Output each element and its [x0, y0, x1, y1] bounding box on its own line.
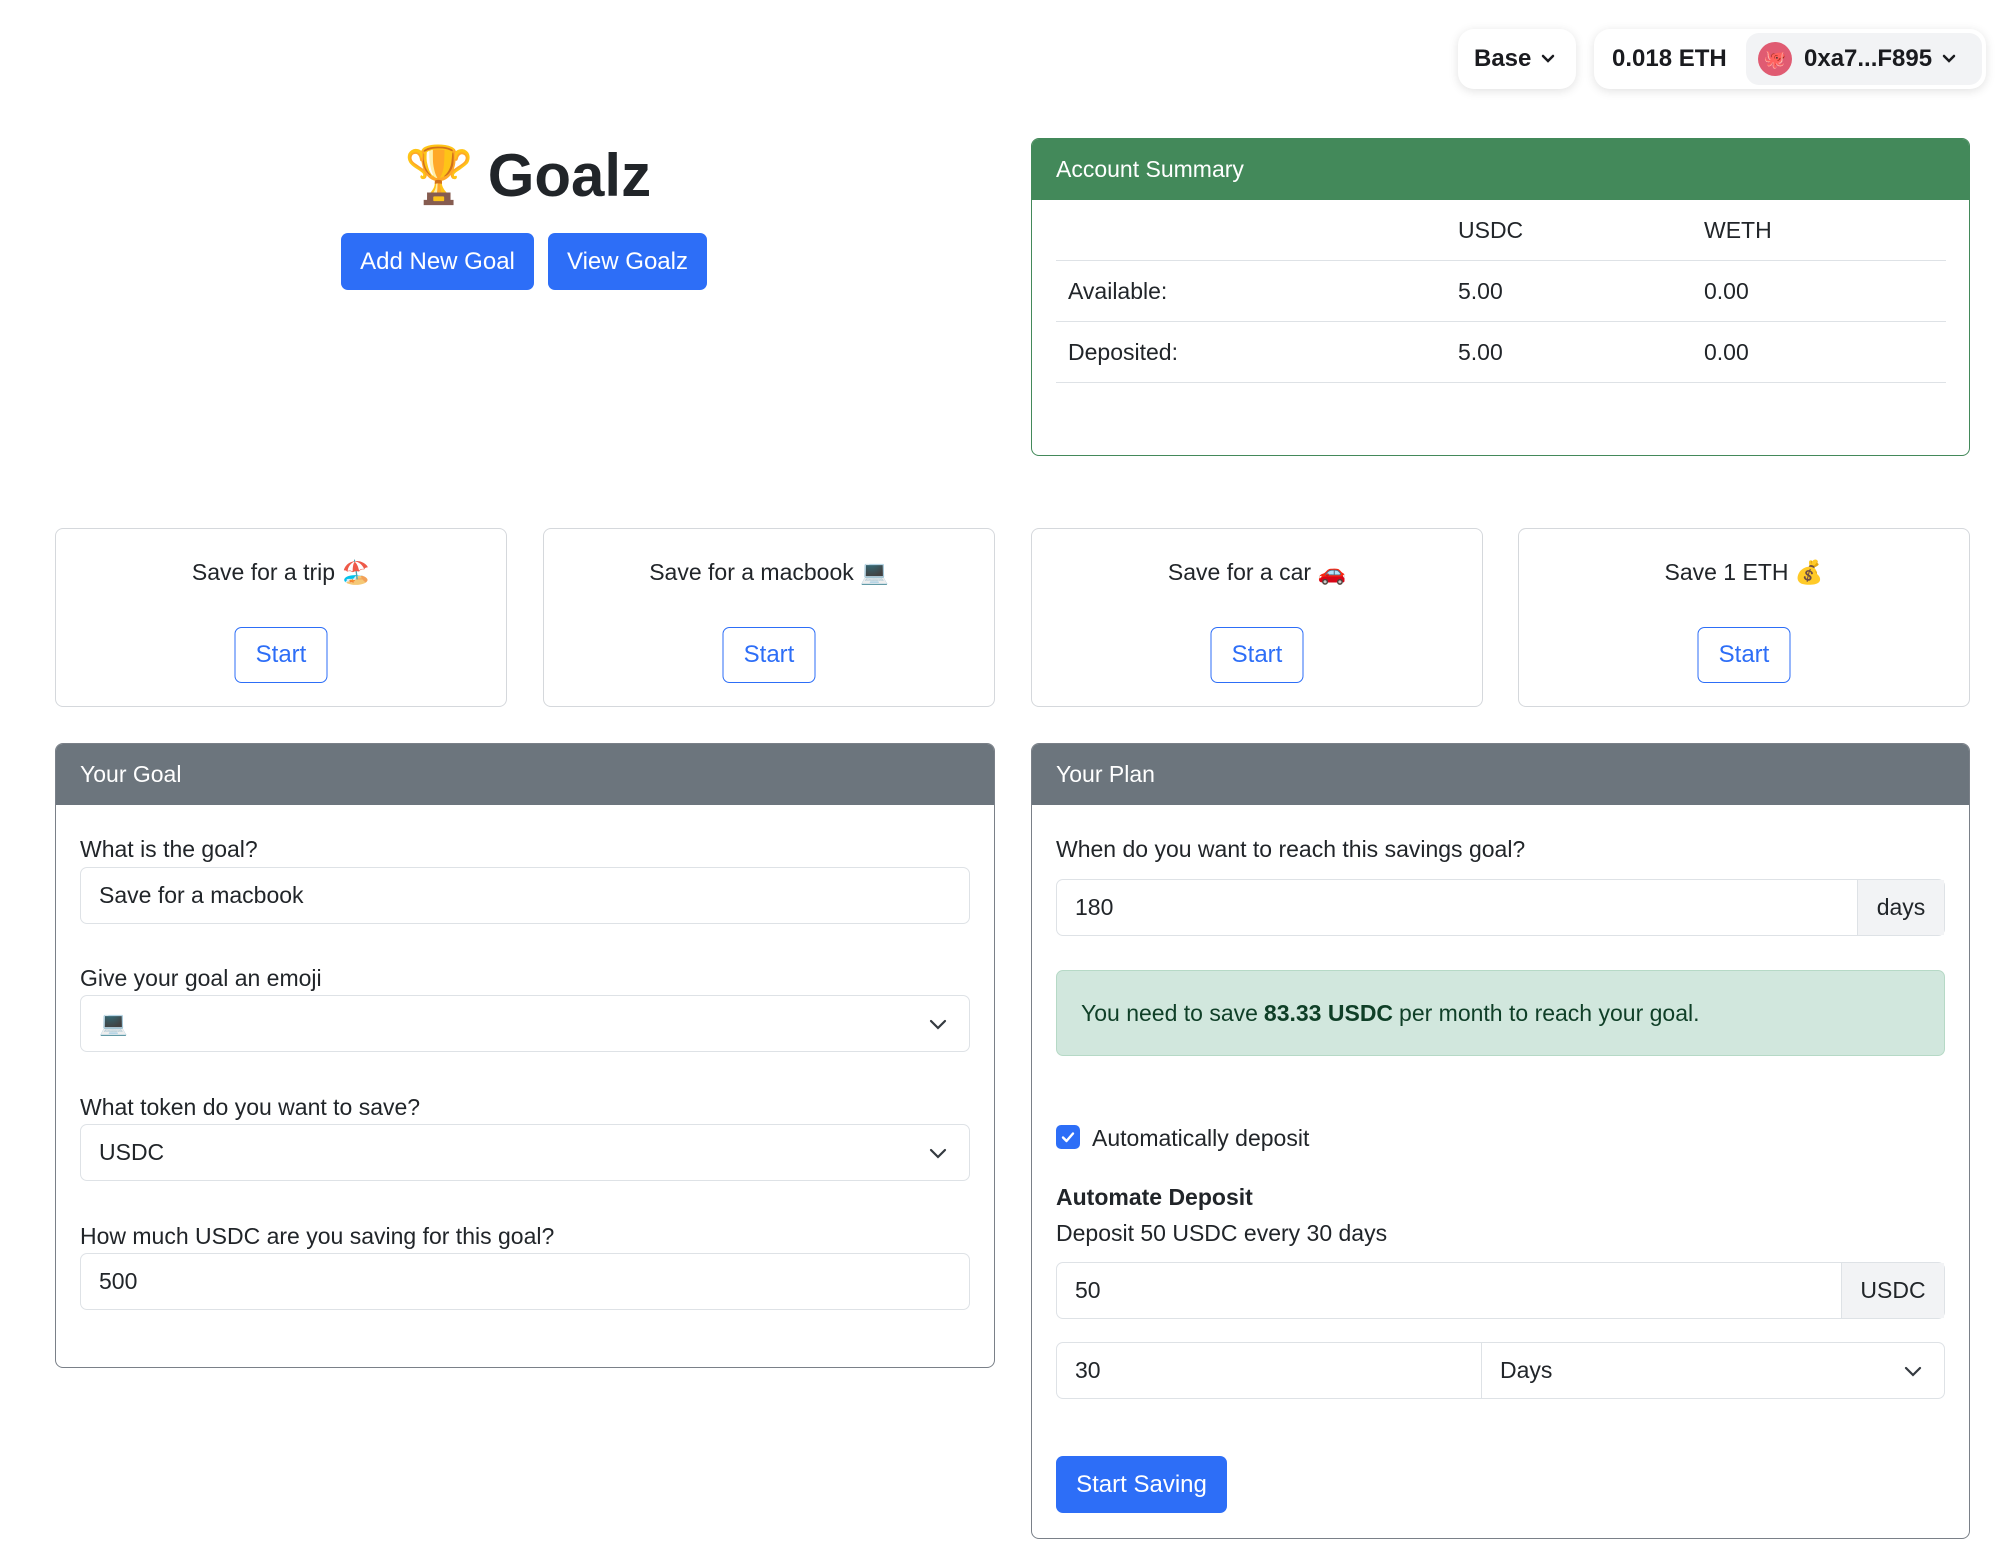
wallet-balance: 0.018 ETH [1612, 45, 1727, 72]
alert-prefix: You need to save [1081, 999, 1258, 1026]
avatar: 🐙 [1758, 42, 1792, 76]
automate-deposit-title: Automate Deposit [1056, 1184, 1253, 1210]
trophy-icon: 🏆 [404, 143, 474, 206]
deposit-amount-group[interactable]: 50 USDC [1056, 1262, 1945, 1319]
days-addon: days [1857, 880, 1944, 935]
chevron-down-icon [1904, 1365, 1922, 1377]
table-header-row: USDC WETH [1056, 200, 1946, 261]
deposit-amount-input[interactable]: 50 [1075, 1277, 1101, 1304]
wallet-address: 0xa7...F895 [1804, 45, 1933, 72]
weth-value: 0.00 [1704, 277, 1749, 304]
row-label: Available: [1068, 277, 1168, 304]
chevron-down-icon [1541, 52, 1555, 66]
checkmark-icon [1061, 1132, 1075, 1143]
usdc-value: 5.00 [1458, 338, 1503, 365]
page-title: 🏆 Goalz [404, 140, 651, 210]
app-title: Goalz [487, 141, 652, 209]
goal-name-input[interactable]: Save for a macbook [80, 867, 970, 924]
chevron-down-icon [1942, 52, 1956, 66]
view-goalz-button[interactable]: View Goalz [548, 233, 707, 290]
deposit-unit-addon: USDC [1841, 1263, 1944, 1318]
goal-name-label: What is the goal? [80, 836, 258, 862]
start-button[interactable]: Start [722, 627, 816, 683]
interval-unit-select[interactable]: Days [1482, 1357, 1552, 1384]
savings-alert: You need to save 83.33 USDC per month to… [1056, 970, 1945, 1056]
amount-input[interactable]: 500 [80, 1253, 970, 1310]
token-select[interactable]: USDC [80, 1124, 970, 1181]
auto-deposit-checkbox[interactable] [1056, 1125, 1080, 1149]
account-button[interactable]: 0.018 ETH 🐙 0xa7...F895 [1594, 29, 1986, 89]
emoji-select[interactable]: 💻 [80, 995, 970, 1052]
preset-card-trip: Save for a trip 🏖️ Start [55, 528, 507, 707]
chain-label: Base [1474, 45, 1532, 72]
target-date-label: When do you want to reach this savings g… [1056, 836, 1526, 862]
preset-card-macbook: Save for a macbook 💻 Start [543, 528, 995, 707]
emoji-selected-value: 💻 [99, 1010, 128, 1036]
account-address-pill[interactable]: 🐙 0xa7...F895 [1746, 33, 1982, 85]
interval-group[interactable]: 30 Days [1056, 1342, 1945, 1399]
chain-selector[interactable]: Base [1458, 29, 1576, 89]
token-selected-value: USDC [99, 1139, 165, 1165]
your-goal-header: Your Goal [56, 744, 994, 805]
your-goal-card: Your Goal What is the goal? Save for a m… [55, 743, 995, 1368]
interval-input[interactable]: 30 [1057, 1343, 1482, 1398]
chevron-down-icon [929, 1147, 947, 1159]
account-summary-header: Account Summary [1032, 139, 1969, 200]
preset-title: Save for a macbook 💻 [649, 559, 889, 585]
add-new-goal-button[interactable]: Add New Goal [341, 233, 534, 290]
amount-label: How much USDC are you saving for this go… [80, 1223, 555, 1249]
usdc-value: 5.00 [1458, 277, 1503, 304]
weth-value: 0.00 [1704, 338, 1749, 365]
preset-card-eth: Save 1 ETH 💰 Start [1518, 528, 1970, 707]
start-button[interactable]: Start [1697, 627, 1791, 683]
preset-card-car: Save for a car 🚗 Start [1031, 528, 1483, 707]
alert-amount: 83.33 USDC [1263, 999, 1394, 1026]
token-label: What token do you want to save? [80, 1094, 421, 1120]
account-summary-table: USDC WETH Available: 5.00 0.00 Deposited… [1056, 200, 1946, 383]
chevron-down-icon [929, 1018, 947, 1030]
emoji-label: Give your goal an emoji [80, 965, 322, 991]
row-label: Deposited: [1068, 338, 1178, 365]
start-button[interactable]: Start [234, 627, 328, 683]
preset-title: Save for a trip 🏖️ [191, 559, 371, 585]
table-row: Available: 5.00 0.00 [1056, 261, 1946, 322]
days-input-group[interactable]: 180 days [1056, 879, 1945, 936]
column-header-weth: WETH [1704, 216, 1772, 243]
preset-title: Save for a car 🚗 [1167, 559, 1347, 585]
automate-deposit-desc: Deposit 50 USDC every 30 days [1056, 1220, 1388, 1246]
table-row: Deposited: 5.00 0.00 [1056, 322, 1946, 383]
preset-title: Save 1 ETH 💰 [1664, 559, 1824, 585]
start-saving-button[interactable]: Start Saving [1056, 1456, 1227, 1513]
days-input[interactable]: 180 [1075, 894, 1113, 921]
auto-deposit-label[interactable]: Automatically deposit [1092, 1125, 1309, 1152]
your-plan-card: Your Plan When do you want to reach this… [1031, 743, 1970, 1539]
your-plan-header: Your Plan [1032, 744, 1969, 805]
column-header-usdc: USDC [1458, 216, 1524, 243]
alert-suffix: per month to reach your goal. [1399, 999, 1700, 1026]
start-button[interactable]: Start [1210, 627, 1304, 683]
account-summary-card: Account Summary USDC WETH Available: 5.0… [1031, 138, 1970, 456]
